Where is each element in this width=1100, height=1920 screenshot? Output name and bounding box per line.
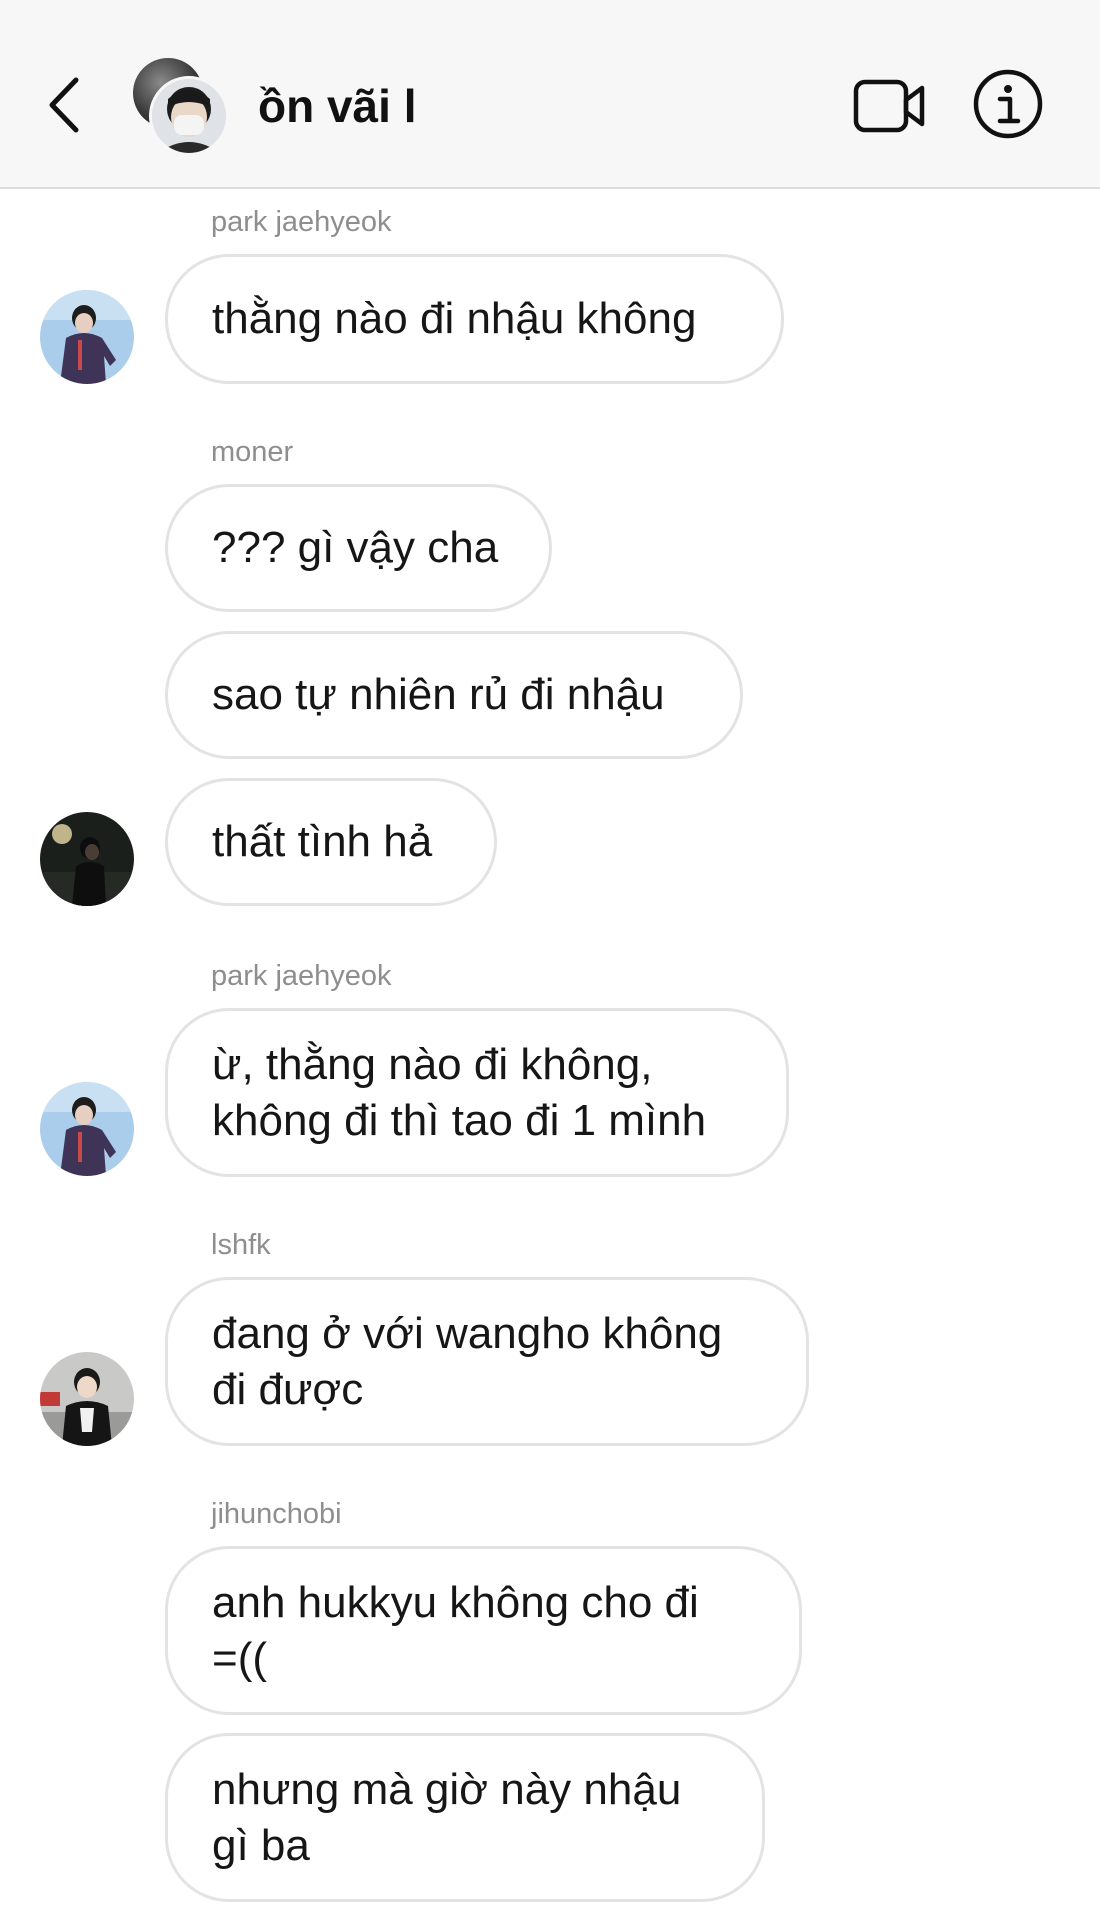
message-bubble[interactable]: đang ở với wangho không đi được	[165, 1277, 809, 1446]
group-avatar[interactable]	[130, 56, 230, 156]
sender-name: moner	[211, 436, 294, 468]
info-button[interactable]	[972, 68, 1044, 140]
sender-name: jihunchobi	[211, 1498, 342, 1530]
avatar[interactable]	[40, 1082, 134, 1176]
video-call-button[interactable]	[852, 76, 928, 136]
message-bubble[interactable]: ừ, thằng nào đi không, không đi thì tao …	[165, 1008, 789, 1177]
message-bubble[interactable]: nhưng mà giờ này nhậu gì ba	[165, 1733, 765, 1902]
avatar[interactable]	[40, 1352, 134, 1446]
sender-name: park jaehyeok	[211, 206, 392, 238]
message-bubble[interactable]: sao tự nhiên rủ đi nhậu	[165, 631, 743, 759]
message-bubble[interactable]: thất tình hả	[165, 778, 497, 906]
chat-header: ồn vãi l	[0, 0, 1100, 189]
info-icon	[973, 69, 1043, 139]
group-avatar-member-2	[149, 76, 229, 156]
avatar[interactable]	[40, 812, 134, 906]
chat-title[interactable]: ồn vãi l	[258, 76, 416, 136]
sender-name: park jaehyeok	[211, 960, 392, 992]
message-bubble[interactable]: ??? gì vậy cha	[165, 484, 552, 612]
message-bubble[interactable]: thằng nào đi nhậu không	[165, 254, 784, 384]
message-bubble[interactable]: anh hukkyu không cho đi =((	[165, 1546, 802, 1715]
back-button[interactable]	[40, 70, 90, 140]
video-camera-icon	[853, 79, 925, 133]
chevron-left-icon	[49, 77, 79, 133]
sender-name: lshfk	[211, 1229, 271, 1261]
avatar[interactable]	[40, 290, 134, 384]
